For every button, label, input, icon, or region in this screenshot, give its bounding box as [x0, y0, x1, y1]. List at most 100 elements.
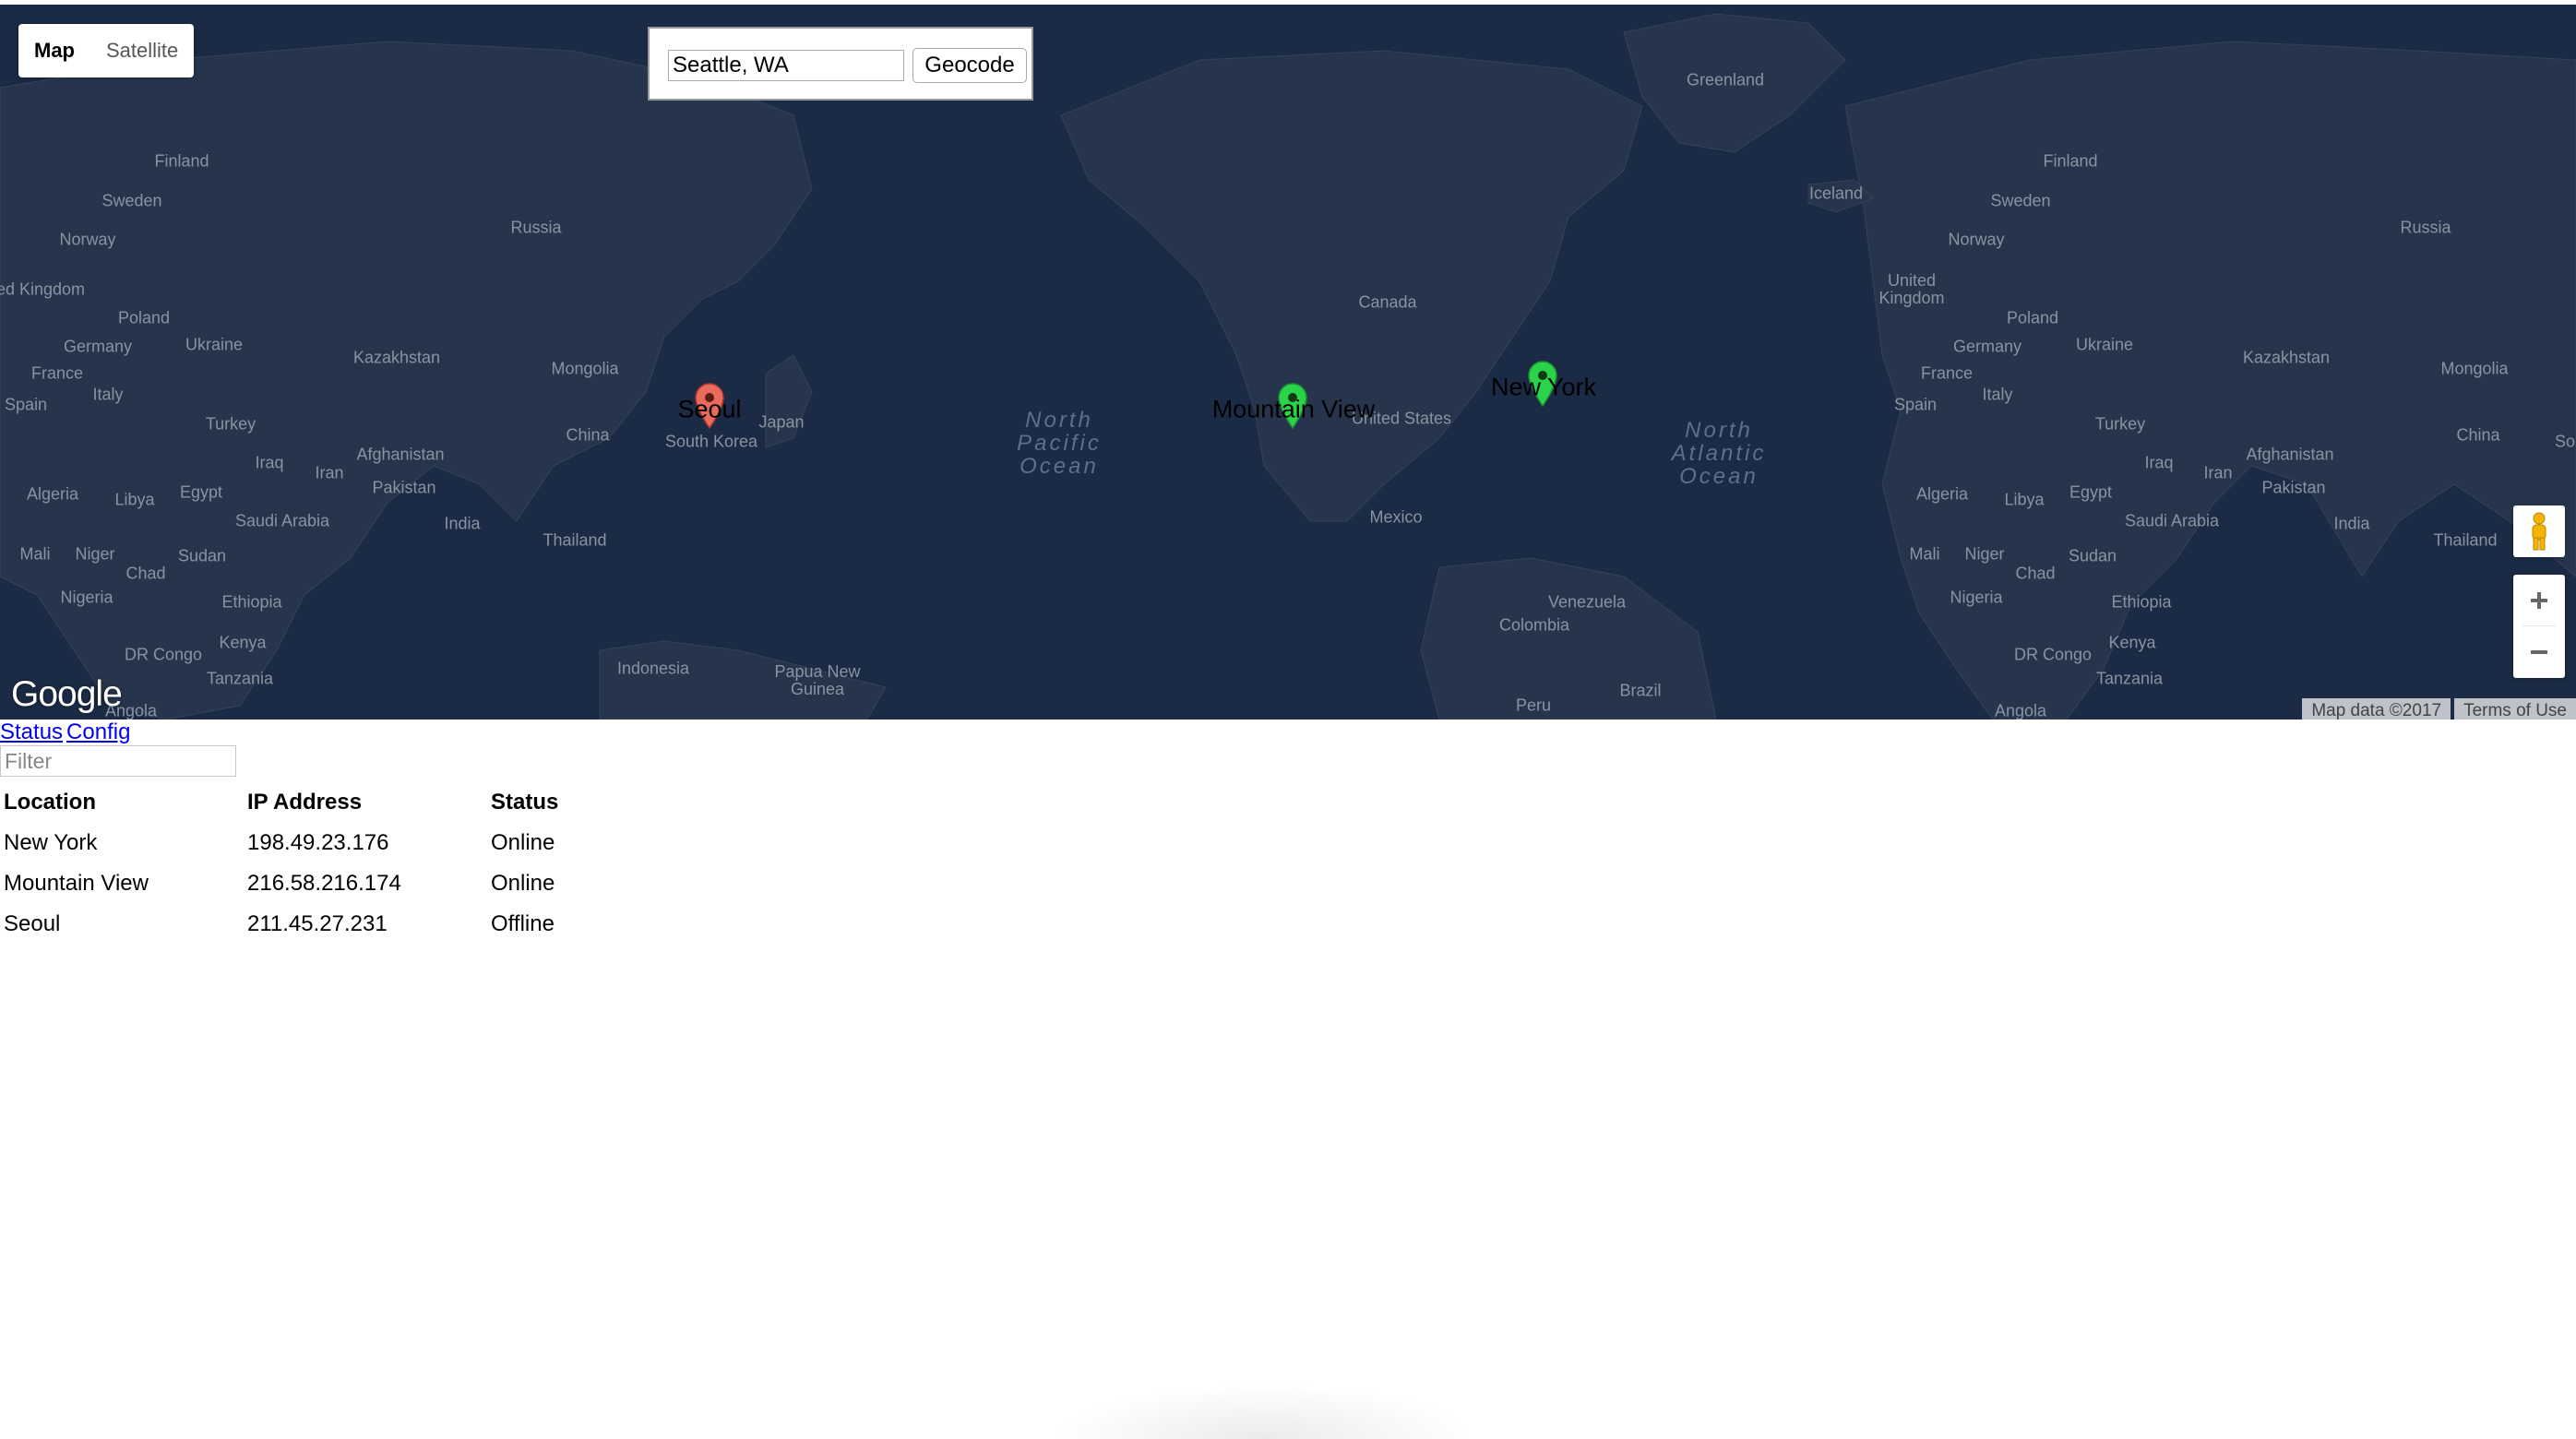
map-label: Canada — [1358, 292, 1417, 312]
config-link[interactable]: Config — [66, 720, 130, 744]
geocode-button[interactable]: Geocode — [912, 48, 1027, 83]
map-label: Venezuela — [1547, 592, 1627, 612]
map-label: Kazakhstan — [352, 348, 441, 367]
geocode-panel: Geocode — [648, 27, 1033, 101]
map-label: United Kingdom — [1878, 271, 1945, 307]
map-label: Chad — [125, 564, 166, 583]
map-label: Libya — [114, 490, 155, 509]
filter-input[interactable] — [0, 745, 236, 777]
map-label: Ukraine — [185, 335, 244, 354]
cell-ip-address: 211.45.27.231 — [247, 911, 388, 936]
map-label: Indonesia — [616, 659, 690, 678]
map-label: Japan — [758, 412, 805, 432]
cell-location: New York — [4, 830, 98, 855]
map-label: China — [2456, 425, 2500, 445]
map-label: Turkey — [205, 414, 256, 434]
street-view-pegman[interactable] — [2513, 505, 2565, 557]
map-label: Egypt — [179, 482, 223, 502]
map-label: Iran — [2203, 463, 2233, 482]
map-label: Algeria — [26, 484, 79, 504]
map-label: Saudi Arabia — [234, 511, 330, 530]
map-label: Colombia — [1498, 615, 1570, 635]
map-label: Italy — [92, 385, 124, 404]
map-label: Mali — [19, 544, 51, 564]
map-label: Tanzania — [2095, 669, 2164, 688]
map-label: Poland — [117, 308, 171, 327]
ocean-label: North Pacific Ocean — [1017, 408, 1102, 480]
column-header-status: Status — [491, 790, 559, 815]
map-label: Algeria — [1915, 484, 1969, 504]
status-table: Location IP Address Status New York 198.… — [0, 782, 731, 945]
minus-icon — [2531, 650, 2547, 654]
zoom-in-button[interactable] — [2513, 575, 2565, 626]
ocean-label: North Atlantic Ocean — [1671, 418, 1767, 490]
table-row: Seoul 211.45.27.231 Offline — [0, 904, 731, 945]
cell-status: Offline — [491, 911, 555, 936]
terms-of-use-link[interactable]: Terms of Use — [2454, 698, 2576, 720]
map-label: Russia — [510, 218, 562, 237]
map-label: Sweden — [101, 191, 162, 210]
map-label: Nigeria — [60, 588, 113, 607]
table-header-row: Location IP Address Status — [0, 782, 731, 823]
map-label: DR Congo — [124, 645, 203, 664]
zoom-out-button[interactable] — [2513, 626, 2565, 678]
map-label: Iraq — [255, 453, 284, 472]
address-input[interactable] — [668, 50, 904, 81]
map-label: Niger — [1964, 544, 2005, 564]
map-label: DR Congo — [2013, 645, 2093, 664]
status-link[interactable]: Status — [0, 720, 63, 744]
cell-ip-address: 198.49.23.176 — [247, 830, 389, 855]
map-label: China — [566, 425, 610, 445]
map-label: Tanzania — [206, 669, 274, 688]
map-label: Niger — [75, 544, 115, 564]
bottom-shadow — [1052, 1384, 1476, 1439]
map-label: Peru — [1515, 696, 1552, 715]
map-label: Egypt — [2069, 482, 2113, 502]
table-row: Mountain View 216.58.216.174 Online — [0, 863, 731, 904]
column-header-location: Location — [4, 790, 96, 815]
map-label: Kenya — [219, 633, 267, 652]
map-label: Sweden — [1990, 191, 2051, 210]
map-label: Iran — [315, 463, 344, 482]
map-label: Ethiopia — [221, 592, 282, 612]
map-label: India — [444, 514, 481, 533]
map-label: India — [2333, 514, 2370, 533]
column-header-ip-address: IP Address — [247, 790, 363, 815]
map-label: Poland — [2006, 308, 2059, 327]
marker-label: New York — [1490, 373, 1597, 401]
map-label: Kazakhstan — [2242, 348, 2331, 367]
map-label: United Kingdom — [0, 279, 86, 299]
map-label: Mexico — [1369, 507, 1423, 527]
map-label: Mali — [1909, 544, 1940, 564]
map-label: Kenya — [2108, 633, 2156, 652]
marker-label: Mountain View — [1211, 395, 1376, 423]
marker-label: Seoul — [677, 395, 742, 423]
map-label: Libya — [2004, 490, 2045, 509]
map-label: So — [2554, 432, 2576, 451]
cell-status: Online — [491, 871, 555, 896]
map-label: Russia — [2400, 218, 2451, 237]
map-label: Thailand — [543, 530, 607, 550]
google-logo: Google — [11, 674, 123, 714]
map-label: Mongolia — [2440, 359, 2509, 378]
map-label: Ethiopia — [2111, 592, 2172, 612]
cell-status: Online — [491, 830, 555, 855]
map-label: South Korea — [664, 432, 758, 451]
map-label: Finland — [2043, 151, 2098, 171]
map-label: Nigeria — [1950, 588, 2003, 607]
map-label: Brazil — [1619, 681, 1662, 700]
map-canvas[interactable]: Finland Sweden Norway United Kingdom Pol… — [0, 5, 2576, 720]
map-label: Spain — [1893, 395, 1938, 414]
plus-icon — [2531, 592, 2547, 609]
map-label: Italy — [1982, 385, 2013, 404]
cell-location: Seoul — [4, 911, 61, 936]
map-type-map-button[interactable]: Map — [18, 24, 90, 77]
map-type-control: Map Satellite — [18, 24, 195, 77]
map-label: Pakistan — [2261, 478, 2326, 497]
map-label: France — [30, 363, 84, 383]
map-label: Spain — [4, 395, 48, 414]
map-data-text: Map data ©2017 — [2302, 698, 2451, 720]
map-label: Saudi Arabia — [2124, 511, 2220, 530]
map-type-satellite-button[interactable]: Satellite — [90, 24, 194, 77]
map-label: Afghanistan — [356, 445, 445, 464]
